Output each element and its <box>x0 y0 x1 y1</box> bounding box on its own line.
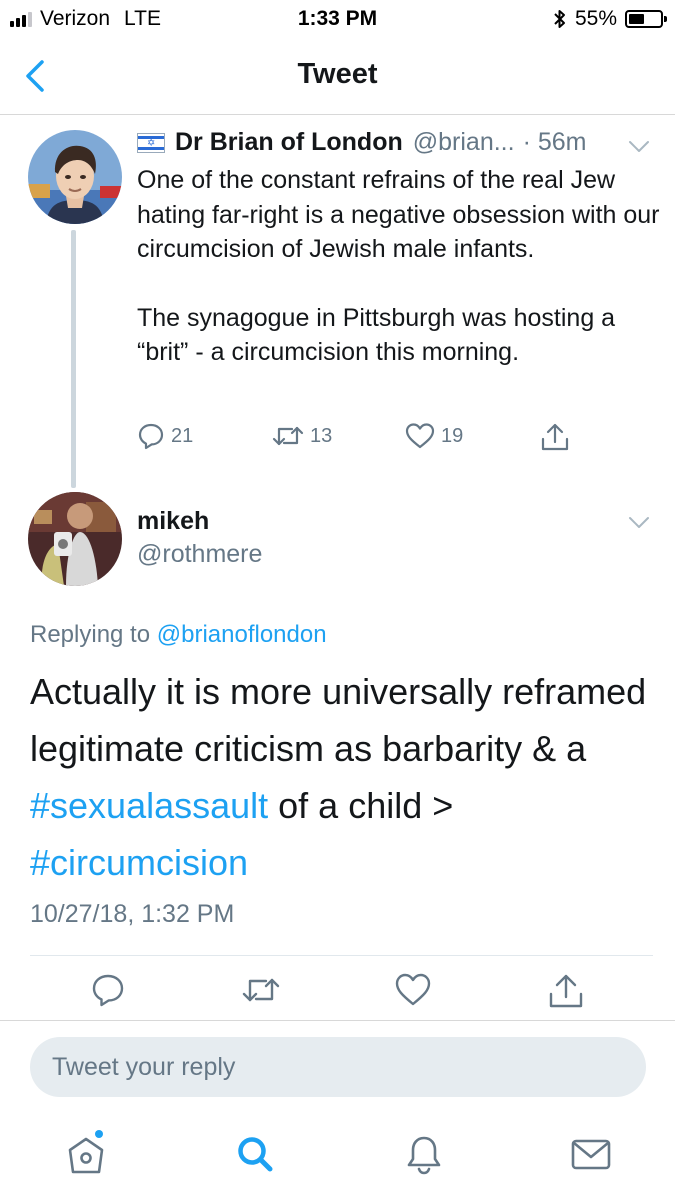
parent-tweet-header: ✡ Dr Brian of London @brian... · 56m <box>137 128 657 157</box>
tab-home[interactable] <box>64 1130 108 1176</box>
status-bar: Verizon LTE 1:33 PM 55% <box>0 0 675 38</box>
share-icon <box>549 974 583 1008</box>
reply-icon <box>92 974 124 1007</box>
focused-tweet-menu-button[interactable] <box>628 516 650 530</box>
share-button[interactable] <box>547 972 585 1010</box>
parent-retweet-count: 13 <box>310 424 333 447</box>
navigation-bar: Tweet <box>0 38 675 115</box>
israel-flag-icon: ✡ <box>137 132 165 153</box>
heart-icon <box>395 973 431 1006</box>
thread-connector-line <box>71 230 76 488</box>
chevron-down-icon <box>629 517 649 528</box>
retweet-icon <box>272 426 304 446</box>
tab-search[interactable] <box>233 1132 277 1176</box>
focused-tweet-text-part: of a child > <box>268 785 454 826</box>
parent-share-button[interactable] <box>540 422 570 452</box>
parent-tweet-avatar[interactable] <box>28 130 122 224</box>
parent-like-count: 19 <box>441 424 464 447</box>
focused-tweet-actions <box>0 972 675 1018</box>
focused-tweet-timestamp: 10/27/18, 1:32 PM <box>30 900 235 928</box>
reply-button[interactable] <box>90 972 126 1008</box>
notification-dot <box>95 1130 103 1138</box>
focused-tweet-text: Actually it is more universally reframed… <box>30 663 660 891</box>
status-bar-right: 55% <box>553 7 667 31</box>
retweet-button[interactable] <box>241 972 281 1008</box>
like-button[interactable] <box>394 972 432 1008</box>
parent-tweet-actions: 21 13 19 <box>137 422 587 454</box>
parent-tweet-paragraph: One of the constant refrains of the real… <box>137 166 660 263</box>
focused-tweet-display-name[interactable]: mikeh <box>137 507 209 536</box>
battery-icon <box>625 10 667 28</box>
replying-to-label: Replying to <box>30 621 151 648</box>
replying-to-handle-link[interactable]: @brianoflondon <box>157 621 327 648</box>
battery-percent: 55% <box>574 7 617 30</box>
focused-tweet-text-part: Actually it is more universally reframed… <box>30 671 647 769</box>
messages-envelope-icon <box>571 1139 611 1170</box>
parent-tweet-handle[interactable]: @brian... <box>413 128 515 157</box>
focused-tweet-handle[interactable]: @rothmere <box>137 540 262 569</box>
chevron-down-icon <box>629 141 649 152</box>
tab-messages[interactable] <box>569 1132 613 1176</box>
parent-tweet-menu-button[interactable] <box>628 140 650 154</box>
bluetooth-icon <box>554 10 565 28</box>
retweet-icon <box>242 978 280 1002</box>
parent-reply-button[interactable]: 21 <box>137 422 193 450</box>
home-icon <box>68 1137 104 1174</box>
hashtag-link[interactable]: #circumcision <box>30 842 248 883</box>
focused-tweet-avatar[interactable] <box>28 492 122 586</box>
parent-tweet-paragraph: The synagogue in Pittsburgh was hosting … <box>137 303 616 367</box>
page-title: Tweet <box>297 58 378 90</box>
parent-tweet-display-name[interactable]: Dr Brian of London <box>175 128 403 157</box>
parent-reply-count: 21 <box>171 424 194 447</box>
divider <box>30 955 653 956</box>
search-icon <box>238 1137 273 1172</box>
parent-retweet-button[interactable]: 13 <box>272 422 332 450</box>
tab-notifications[interactable] <box>402 1132 446 1176</box>
parent-like-button[interactable]: 19 <box>405 422 463 450</box>
share-icon <box>541 423 569 451</box>
tab-bar <box>0 1116 675 1200</box>
reply-composer <box>0 1020 675 1116</box>
reply-icon <box>138 423 164 450</box>
notifications-bell-icon <box>407 1136 441 1175</box>
reply-input[interactable] <box>30 1037 646 1097</box>
replying-to-line: Replying to @brianoflondon <box>30 621 327 649</box>
hashtag-link[interactable]: #sexualassault <box>30 785 268 826</box>
parent-tweet-text: One of the constant refrains of the real… <box>137 163 662 370</box>
heart-icon <box>405 423 435 449</box>
parent-tweet-time: · 56m <box>522 128 587 156</box>
